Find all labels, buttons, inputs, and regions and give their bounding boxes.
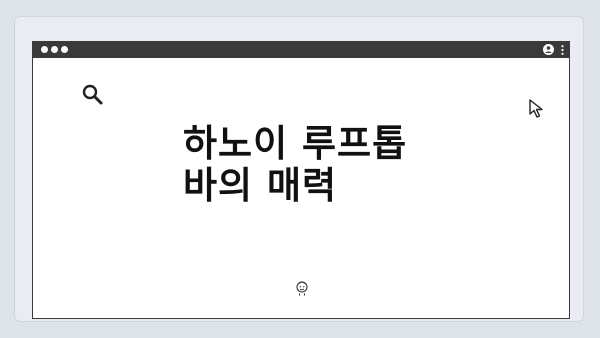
window-maximize-button[interactable]: [61, 46, 68, 53]
profile-icon[interactable]: [543, 44, 554, 55]
title-bar: [33, 42, 569, 58]
article-title: 하노이 루프톱 바의 매력: [183, 123, 503, 207]
search-icon: [82, 84, 103, 105]
face-icon: [296, 281, 308, 296]
kebab-menu-icon[interactable]: [561, 45, 564, 55]
window-close-button[interactable]: [41, 46, 48, 53]
browser-window: 하노이 루프톱 바의 매력: [32, 41, 570, 319]
window-controls: [41, 46, 68, 53]
article-title-line-1: 하노이 루프톱: [183, 122, 408, 165]
article-title-line-2: 바의 매력: [183, 164, 338, 207]
cursor-icon: [529, 99, 543, 118]
window-minimize-button[interactable]: [51, 46, 58, 53]
